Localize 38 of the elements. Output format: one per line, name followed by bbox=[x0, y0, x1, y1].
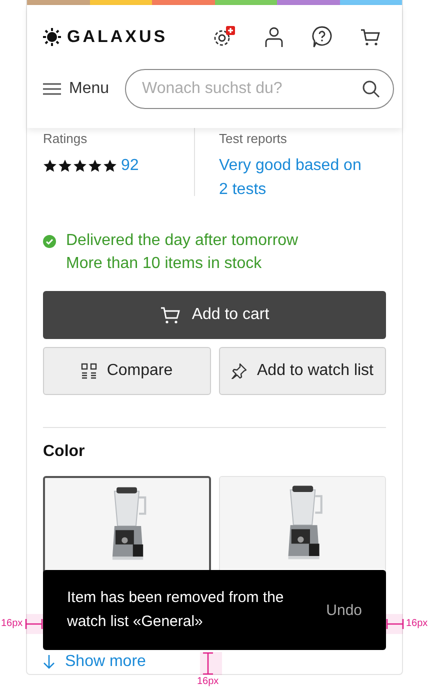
cart-icon bbox=[160, 306, 180, 324]
check-circle-icon bbox=[43, 234, 56, 248]
arrow-down-icon bbox=[43, 655, 55, 669]
pin-icon bbox=[231, 363, 247, 379]
star-icon bbox=[58, 159, 72, 173]
color-section-title: Color bbox=[43, 443, 86, 461]
stock-text: More than 10 items in stock bbox=[65, 255, 263, 273]
star-icon bbox=[73, 159, 87, 173]
spacing-label: 16px bbox=[406, 618, 428, 629]
star-icon bbox=[43, 159, 57, 173]
test-reports-link[interactable]: Very good based on 2 tests bbox=[219, 154, 370, 202]
sun-logo-icon bbox=[43, 28, 61, 46]
toast-message: Item has been removed from the watch list «General» bbox=[67, 588, 285, 632]
star-icon bbox=[103, 159, 117, 173]
watch-list-button[interactable]: Add to watch list bbox=[218, 347, 386, 395]
spacing-marker bbox=[203, 652, 213, 675]
add-to-cart-button[interactable]: Add to cart bbox=[43, 291, 386, 339]
test-reports-label: Test reports bbox=[219, 131, 288, 146]
menu-icon bbox=[43, 83, 61, 95]
spacing-marker bbox=[25, 619, 43, 629]
help-icon[interactable] bbox=[312, 26, 332, 48]
search-field[interactable]: Wonach suchst du? bbox=[125, 69, 394, 109]
ratings-label: Ratings bbox=[43, 131, 88, 146]
undo-button[interactable]: Undo bbox=[326, 602, 362, 618]
compare-icon bbox=[80, 363, 97, 379]
cart-icon[interactable] bbox=[360, 28, 380, 46]
spacing-label: 16px bbox=[1, 618, 23, 629]
spacing-marker bbox=[386, 619, 404, 629]
delivery-text: Delivered the day after tomorrow bbox=[66, 232, 298, 250]
compare-button[interactable]: Compare bbox=[43, 347, 210, 395]
menu-button[interactable]: Menu bbox=[43, 80, 110, 98]
spacing-label: 16px bbox=[197, 676, 219, 687]
logo-text: GALAXUS bbox=[67, 27, 168, 47]
ratings-count-link[interactable]: 92 bbox=[121, 154, 139, 178]
show-more-link[interactable]: Show more bbox=[43, 653, 386, 671]
star-icon bbox=[88, 159, 102, 173]
search-icon[interactable] bbox=[362, 80, 380, 98]
user-icon[interactable] bbox=[264, 26, 284, 48]
